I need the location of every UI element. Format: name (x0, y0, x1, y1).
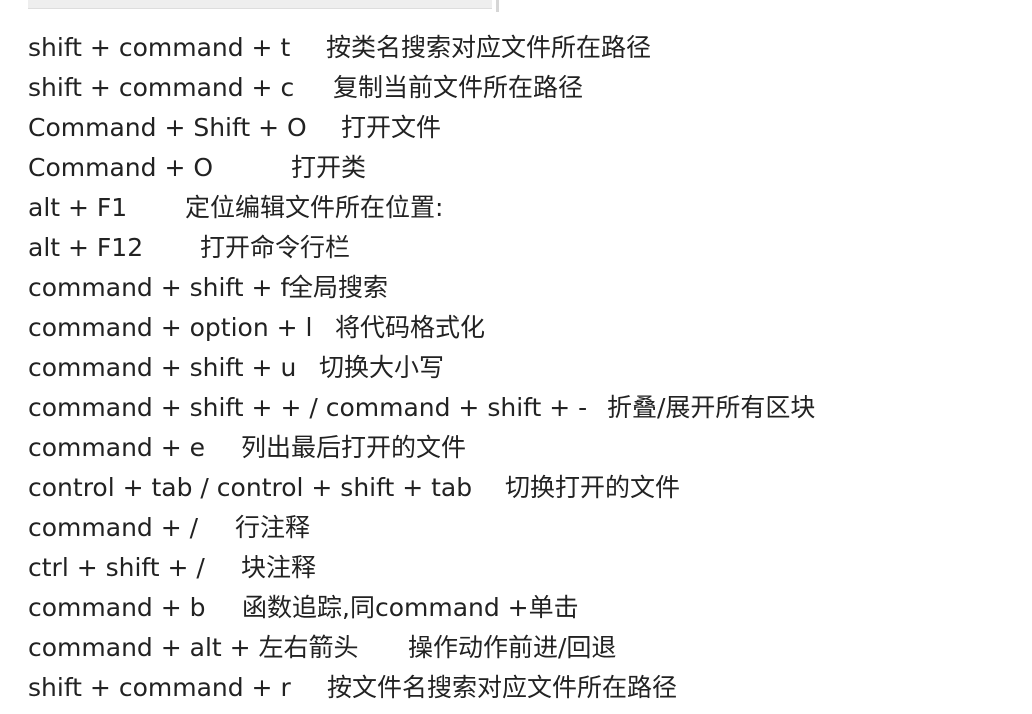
shortcut-description: 将代码格式化 (335, 313, 486, 342)
shortcut-keys: alt + F12 (28, 233, 144, 262)
shortcut-description: 复制当前文件所在路径 (333, 73, 584, 102)
shortcut-keys: command + shift + + / command + shift + … (28, 393, 588, 422)
shortcut-row: command + option + l 将代码格式化 (28, 308, 1018, 348)
shortcut-description: 打开类 (291, 153, 367, 182)
shortcut-row: command + shift + u 切换大小写 (28, 348, 1018, 388)
shortcut-keys: shift + command + c (28, 73, 295, 102)
shortcut-description: 按类名搜索对应文件所在路径 (326, 33, 652, 62)
shortcut-description: 行注释 (235, 513, 311, 542)
shortcut-description: 打开命令行栏 (200, 233, 351, 262)
shortcut-description: 全局搜索 (288, 273, 389, 302)
shortcut-row: shift + command + t 按类名搜索对应文件所在路径 (28, 28, 1018, 68)
shortcut-keys: shift + command + r (28, 673, 291, 702)
shortcut-description: 列出最后打开的文件 (241, 433, 467, 462)
shortcut-keys: command + b (28, 593, 206, 622)
shortcut-row: shift + command + c 复制当前文件所在路径 (28, 68, 1018, 108)
shortcut-row: control + tab / control + shift + tab 切换… (28, 468, 1018, 508)
shortcut-description: 按文件名搜索对应文件所在路径 (327, 673, 678, 702)
shortcut-description: 块注释 (241, 553, 317, 582)
shortcut-list: shift + command + t 按类名搜索对应文件所在路径 shift … (28, 28, 1018, 708)
shortcut-row: command + alt + 左右箭头 操作动作前进/回退 (28, 628, 1018, 668)
shortcut-keys: Command + O (28, 153, 214, 182)
shortcut-row: alt + F1 定位编辑文件所在位置: (28, 188, 1018, 228)
shortcut-row: shift + command + r 按文件名搜索对应文件所在路径 (28, 668, 1018, 708)
shortcut-description: 操作动作前进/回退 (408, 633, 617, 662)
shortcut-description: 定位编辑文件所在位置: (185, 193, 444, 222)
shortcut-keys: Command + Shift + O (28, 113, 307, 142)
top-scroll-region (28, 0, 492, 9)
shortcut-row: Command + O 打开类 (28, 148, 1018, 188)
scrollbar-edge[interactable] (496, 0, 499, 12)
shortcut-keys: command + shift + f (28, 273, 290, 302)
shortcut-row: command + shift + f 全局搜索 (28, 268, 1018, 308)
shortcut-row: Command + Shift + O 打开文件 (28, 108, 1018, 148)
shortcut-keys: command + / (28, 513, 199, 542)
partial-row-cut-off (28, 706, 628, 714)
shortcut-description: 函数追踪,同command +单击 (242, 593, 579, 622)
shortcut-keys: command + e (28, 433, 206, 462)
shortcut-row: command + e 列出最后打开的文件 (28, 428, 1018, 468)
shortcut-description: 切换大小写 (319, 353, 445, 382)
shortcut-row: alt + F12 打开命令行栏 (28, 228, 1018, 268)
shortcut-keys: control + tab / control + shift + tab (28, 473, 473, 502)
shortcut-keys: command + shift + u (28, 353, 297, 382)
shortcut-description: 打开文件 (341, 113, 442, 142)
shortcut-keys: ctrl + shift + / (28, 553, 205, 582)
shortcut-row: command + shift + + / command + shift + … (28, 388, 1018, 428)
shortcut-row: command + b 函数追踪,同command +单击 (28, 588, 1018, 628)
shortcut-description: 切换打开的文件 (505, 473, 681, 502)
shortcut-row: command + / 行注释 (28, 508, 1018, 548)
shortcut-keys: alt + F1 (28, 193, 128, 222)
shortcut-row: ctrl + shift + / 块注释 (28, 548, 1018, 588)
shortcut-keys: command + alt + 左右箭头 (28, 633, 359, 662)
shortcut-keys: command + option + l (28, 313, 313, 342)
shortcut-description: 折叠/展开所有区块 (607, 393, 816, 422)
shortcut-keys: shift + command + t (28, 33, 291, 62)
